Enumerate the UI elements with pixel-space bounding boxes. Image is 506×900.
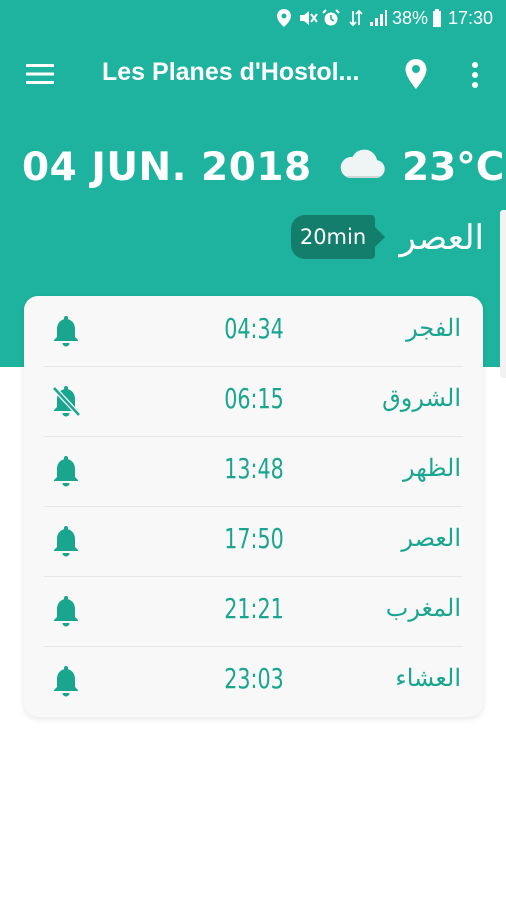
- more-options-icon[interactable]: [466, 60, 484, 90]
- prayer-row-isha: 23:03 العشاء: [24, 646, 483, 716]
- location-title: Les Planes d'Hostol...: [102, 58, 360, 86]
- bell-icon[interactable]: [51, 664, 81, 698]
- time-remaining-badge: 20min: [291, 215, 385, 259]
- prayer-name: الفجر: [406, 314, 461, 342]
- prayer-row-maghrib: 21:21 المغرب: [24, 576, 483, 646]
- side-panel-handle[interactable]: [500, 210, 506, 378]
- prayer-name: الشروق: [382, 384, 461, 412]
- prayer-time: 17:50: [224, 522, 284, 555]
- clock: 17:30: [448, 8, 494, 28]
- bell-icon[interactable]: [51, 454, 81, 488]
- menu-icon[interactable]: [26, 62, 54, 86]
- prayer-times-card: 04:34 الفجر 06:15 الشروق 13:48 الظهر 17:…: [24, 296, 483, 717]
- location-icon: [276, 9, 292, 27]
- prayer-time: 23:03: [224, 662, 284, 695]
- bell-icon[interactable]: [51, 314, 81, 348]
- divider: [44, 366, 463, 367]
- bell-off-icon[interactable]: [51, 384, 81, 418]
- prayer-time: 21:21: [224, 592, 284, 625]
- prayer-name: العشاء: [395, 664, 461, 692]
- prayer-row-dhuhr: 13:48 الظهر: [24, 436, 483, 506]
- status-bar: 38% 17:30: [0, 0, 506, 36]
- prayer-row-sunrise: 06:15 الشروق: [24, 366, 483, 436]
- divider: [44, 646, 463, 647]
- prayer-name: العصر: [401, 524, 461, 552]
- current-date: 04 JUN. 2018: [22, 145, 312, 190]
- bell-icon[interactable]: [51, 524, 81, 558]
- prayer-row-fajr: 04:34 الفجر: [24, 296, 483, 366]
- prayer-time: 13:48: [224, 452, 284, 485]
- temperature: 23°C: [402, 145, 505, 190]
- signal-icon: [368, 9, 388, 27]
- prayer-name: الظهر: [403, 454, 461, 482]
- prayer-time: 06:15: [224, 382, 284, 415]
- bell-icon[interactable]: [51, 594, 81, 628]
- next-prayer-name: العصر: [399, 218, 484, 258]
- prayer-time: 04:34: [224, 312, 284, 345]
- cloud-icon: [338, 148, 386, 180]
- divider: [44, 576, 463, 577]
- data-icon: [348, 9, 364, 27]
- map-pin-icon[interactable]: [404, 58, 428, 90]
- battery-percent: 38%: [392, 8, 429, 28]
- alarm-icon: [322, 9, 340, 27]
- mute-icon: [297, 9, 319, 27]
- divider: [44, 436, 463, 437]
- battery-icon: [431, 9, 443, 27]
- prayer-name: المغرب: [385, 594, 461, 622]
- prayer-row-asr: 17:50 العصر: [24, 506, 483, 576]
- divider: [44, 506, 463, 507]
